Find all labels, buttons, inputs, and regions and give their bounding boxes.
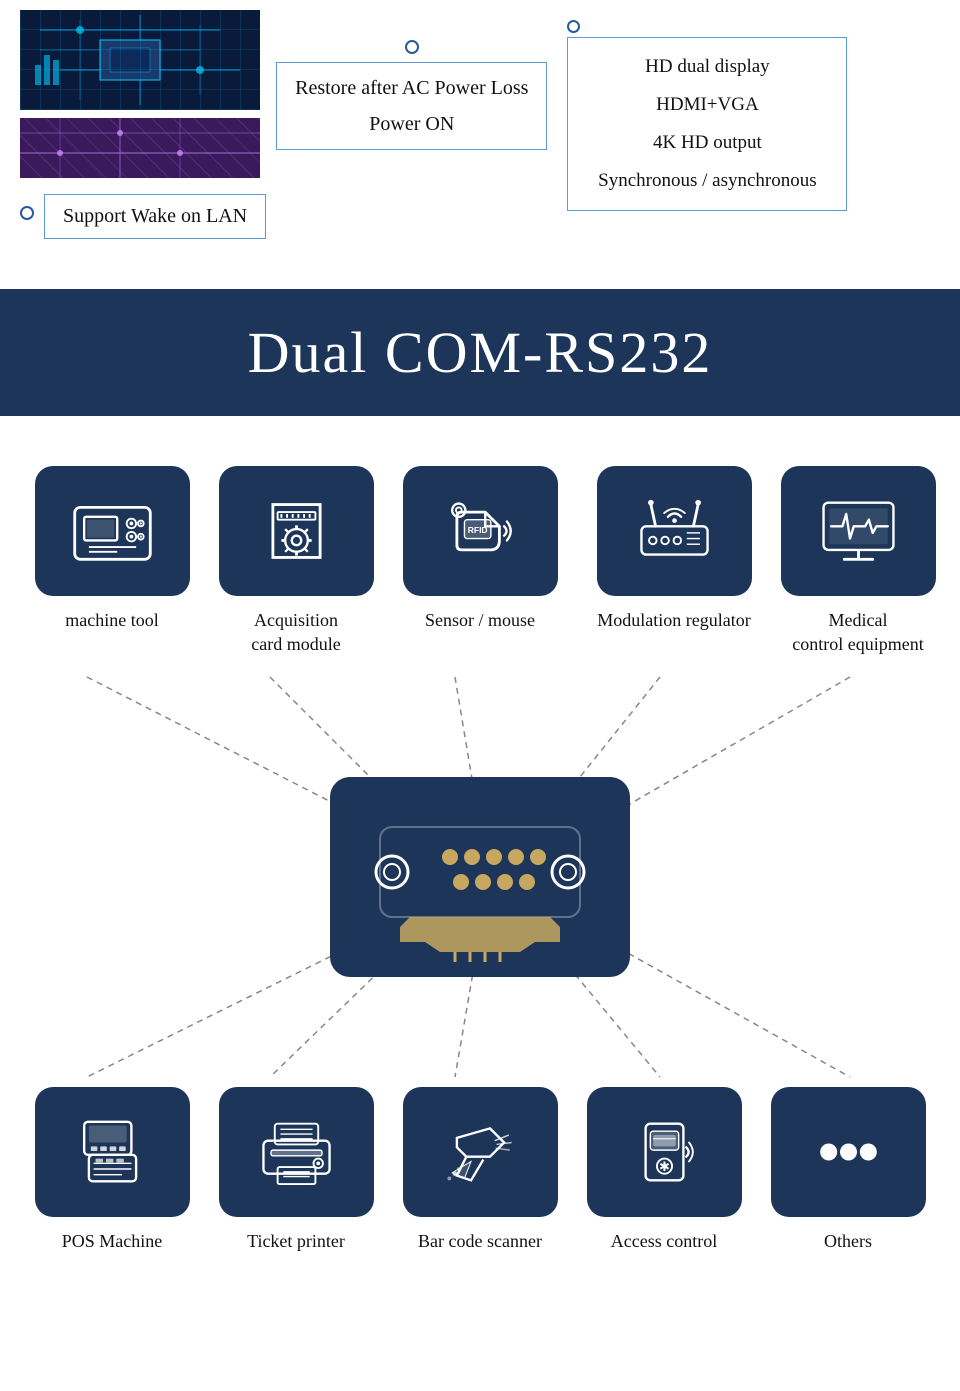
barcode-scanner-icon-box	[403, 1087, 558, 1217]
barcode-scanner-label: Bar code scanner	[418, 1229, 542, 1253]
modulation-icon	[632, 491, 717, 571]
acquisition-label: Acquisition card module	[251, 608, 340, 657]
top-icons-row: machine tool	[0, 436, 960, 657]
icon-acquisition: Acquisition card module	[216, 466, 376, 657]
others-icon	[806, 1112, 891, 1192]
power-label: Power ON	[295, 109, 528, 139]
connector-dot-left	[20, 206, 34, 220]
access-control-icon: ✱	[622, 1112, 707, 1192]
pos-icon	[70, 1112, 155, 1192]
icon-machine-tool: machine tool	[32, 466, 192, 632]
svg-text:✱: ✱	[658, 1158, 669, 1173]
others-icon-box	[771, 1087, 926, 1217]
connector-dot-right	[567, 20, 580, 33]
ticket-printer-label: Ticket printer	[247, 1229, 345, 1253]
svg-text:RFID: RFID	[467, 525, 487, 535]
wake-on-lan-label: Support Wake on LAN	[63, 205, 247, 227]
top-section: Support Wake on LAN Restore after AC Pow…	[0, 0, 960, 259]
com-port-center	[330, 777, 630, 977]
access-control-label: Access control	[611, 1229, 717, 1253]
wake-on-lan-box: Support Wake on LAN	[44, 194, 266, 239]
icon-access-control: ✱ Access control	[584, 1087, 744, 1253]
diagram-section	[0, 667, 960, 1087]
wake-on-lan-container: Support Wake on LAN	[20, 186, 266, 239]
restore-label: Restore after AC Power Loss	[295, 73, 528, 103]
icon-sensor: RFID Sensor / mouse	[400, 466, 560, 632]
machine-tool-icon-box	[35, 466, 190, 596]
modulation-icon-box	[597, 466, 752, 596]
hd-4k-label: 4K HD output	[588, 124, 826, 162]
icon-barcode-scanner: Bar code scanner	[400, 1087, 560, 1253]
medical-label: Medical control equipment	[792, 608, 923, 657]
com-port-icon	[340, 787, 620, 967]
acquisition-icon	[254, 491, 339, 571]
modulation-label: Modulation regulator	[597, 608, 750, 632]
machine-tool-label: machine tool	[65, 608, 158, 632]
icon-modulation: Modulation regulator	[584, 466, 764, 632]
access-control-icon-box: ✱	[587, 1087, 742, 1217]
sensor-icon: RFID	[438, 491, 523, 571]
icon-others: Others	[768, 1087, 928, 1253]
banner-title: Dual COM-RS232	[248, 320, 713, 385]
icon-medical: Medical control equipment	[788, 466, 928, 657]
connector-dot-middle	[405, 40, 419, 54]
sensor-label: Sensor / mouse	[425, 608, 535, 632]
others-label: Others	[824, 1229, 872, 1253]
dual-com-banner: Dual COM-RS232	[0, 289, 960, 416]
bottom-icons-row: POS Machine Ticket	[0, 1087, 960, 1283]
sensor-icon-box: RFID	[403, 466, 558, 596]
pos-label: POS Machine	[62, 1229, 163, 1253]
display-specs-box: HD dual display HDMI+VGA 4K HD output Sy…	[567, 37, 847, 211]
right-column: HD dual display HDMI+VGA 4K HD output Sy…	[557, 10, 847, 211]
sync-label: Synchronous / asynchronous	[588, 162, 826, 200]
ticket-printer-icon	[254, 1112, 339, 1192]
barcode-scanner-icon	[438, 1112, 523, 1192]
medical-icon	[816, 491, 901, 571]
hd-dual-label: HD dual display	[588, 48, 826, 86]
circuit-purple-image	[20, 118, 260, 178]
icon-ticket-printer: Ticket printer	[216, 1087, 376, 1253]
acquisition-icon-box	[219, 466, 374, 596]
machine-tool-icon	[70, 491, 155, 571]
restore-power-box: Restore after AC Power Loss Power ON	[276, 62, 547, 150]
left-column: Support Wake on LAN	[20, 10, 266, 239]
icon-pos: POS Machine	[32, 1087, 192, 1253]
hdmi-vga-label: HDMI+VGA	[588, 86, 826, 124]
middle-column: Restore after AC Power Loss Power ON	[276, 10, 547, 150]
medical-icon-box	[781, 466, 936, 596]
ticket-printer-icon-box	[219, 1087, 374, 1217]
pos-icon-box	[35, 1087, 190, 1217]
circuit-blue-image	[20, 10, 260, 110]
